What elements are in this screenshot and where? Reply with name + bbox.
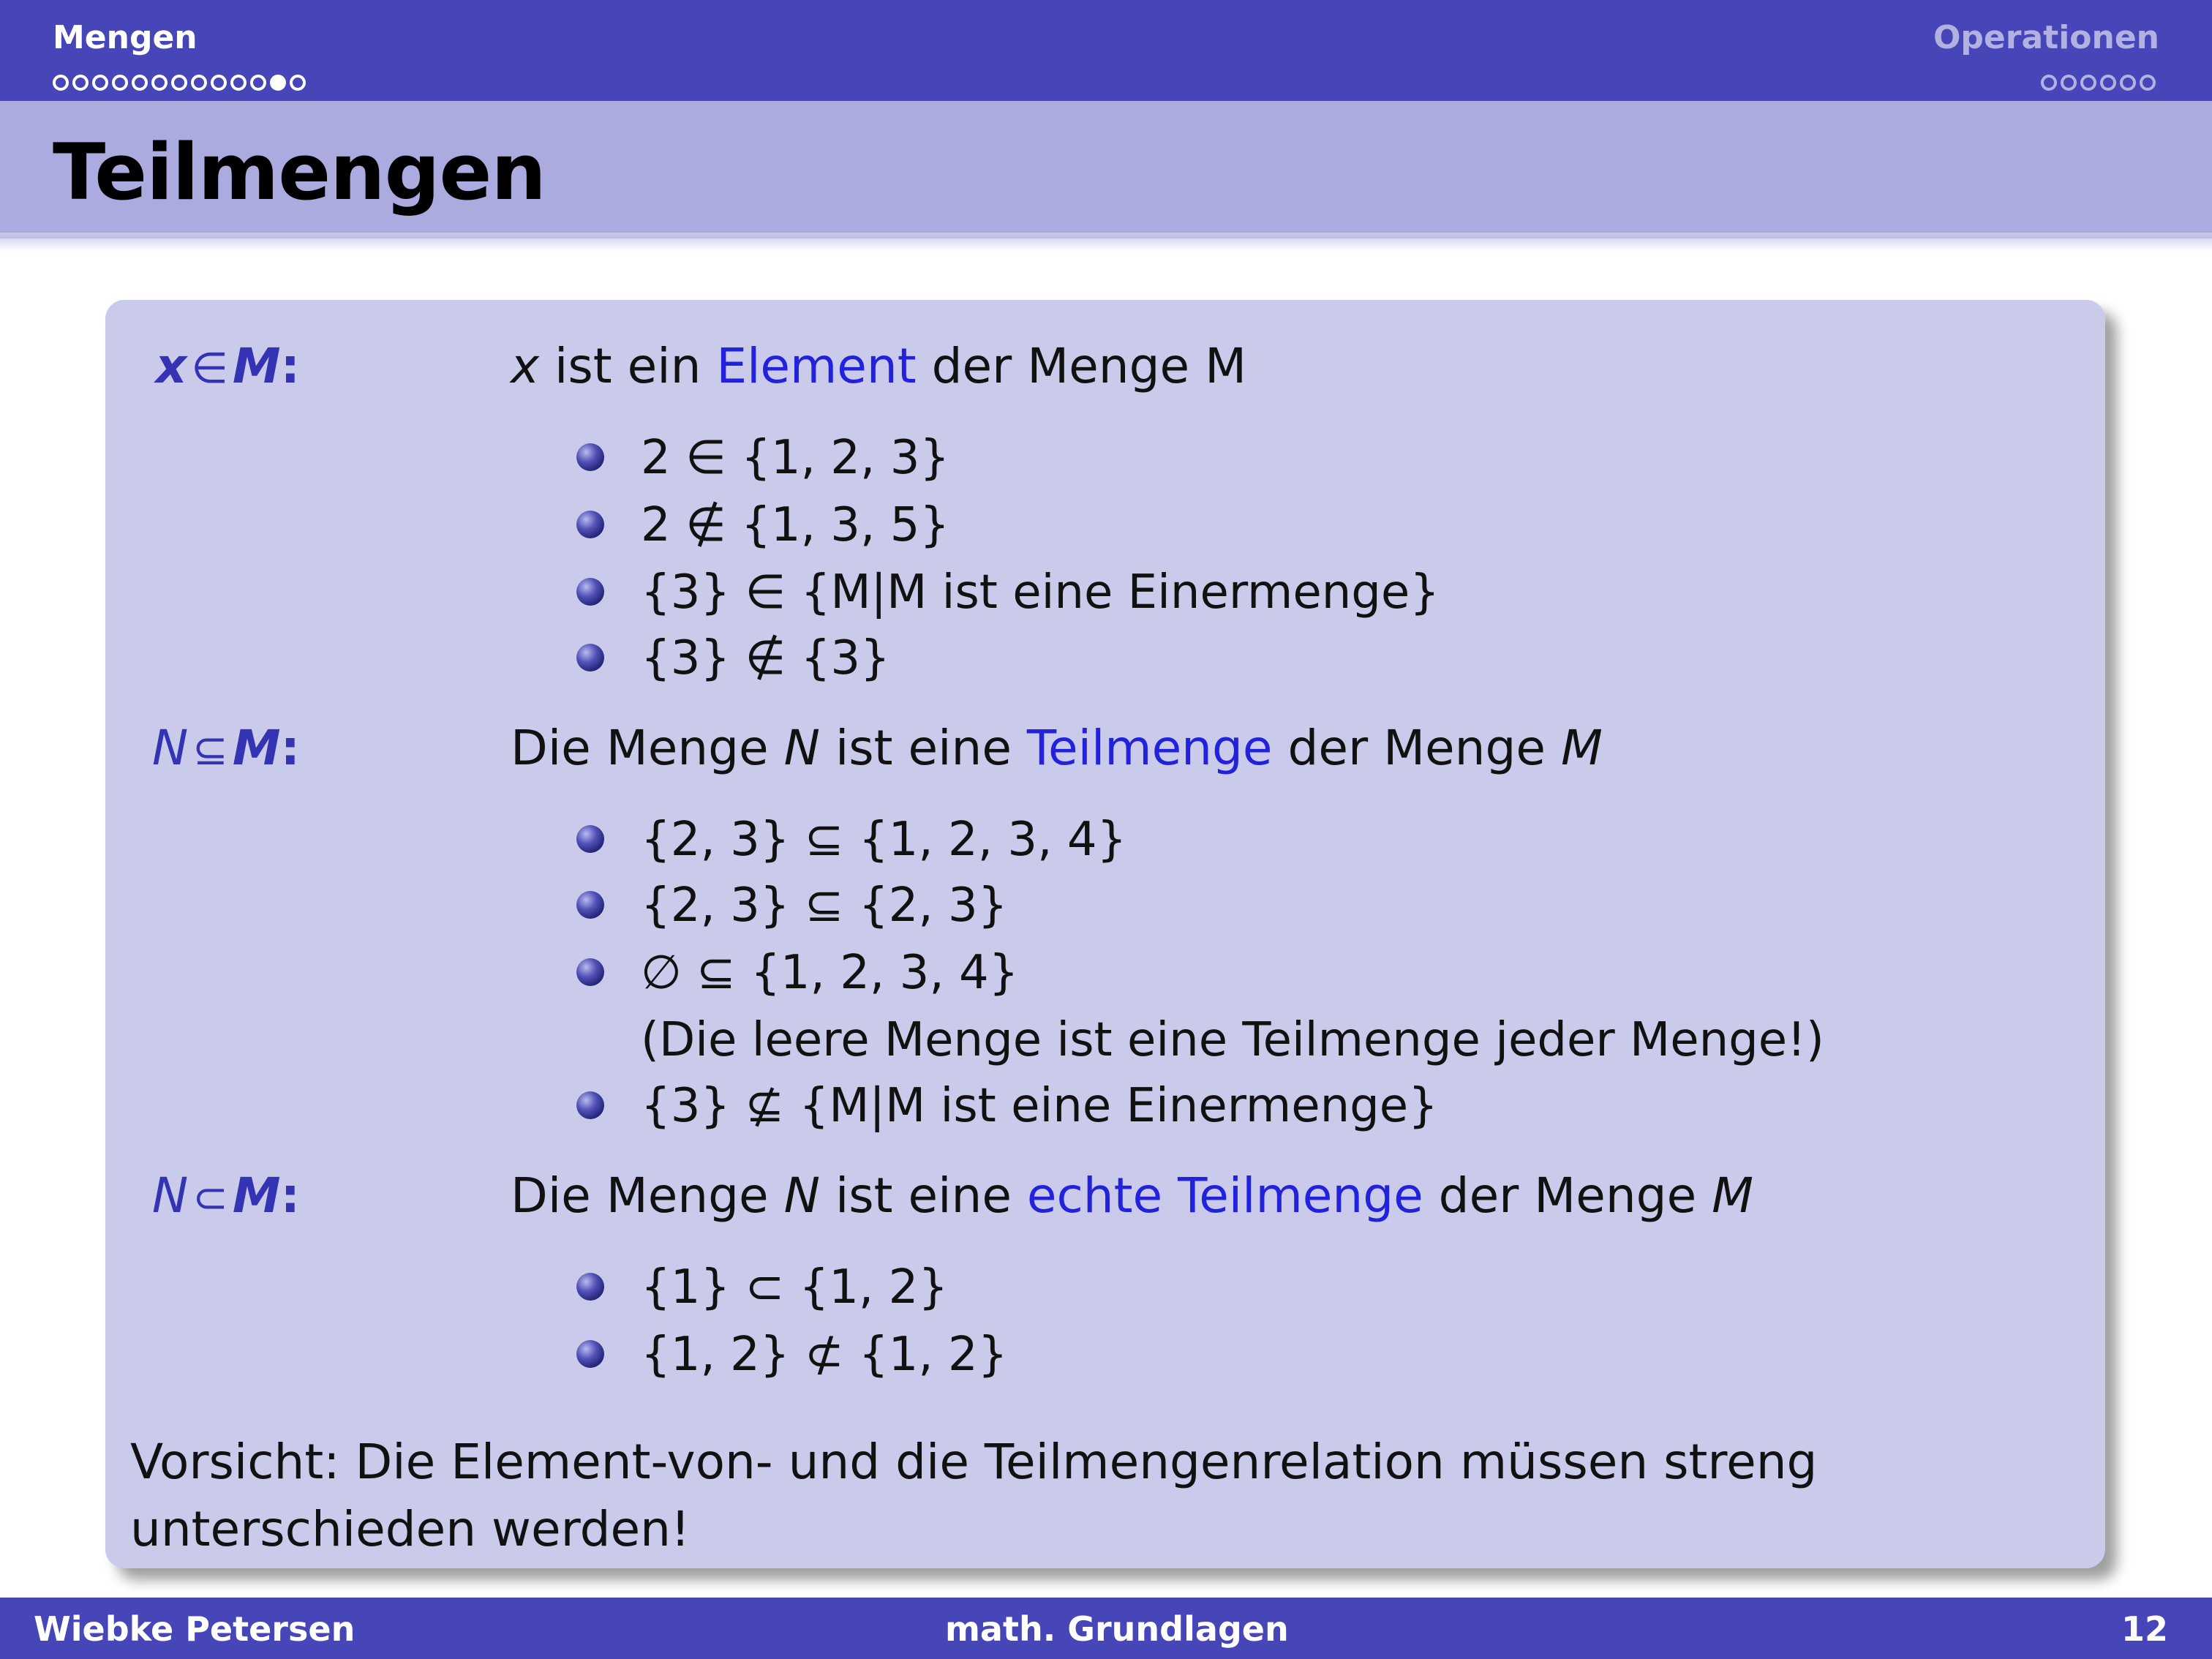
nav-dots-operationen[interactable] [2041,75,2159,91]
list-item: ∅ ⊆ {1, 2, 3, 4} [641,946,1019,1000]
bullet-icon [576,578,604,606]
warning-line-1: Vorsicht: Die Element-von- und die Teilm… [130,1434,1818,1490]
nav-dot[interactable] [72,75,89,91]
nav-dot[interactable] [132,75,148,91]
definition-desc-subset: Die Menge N ist eine Teilmenge der Menge… [511,720,1603,776]
nav-dot[interactable] [53,75,69,91]
list-item: 2 ∈ {1, 2, 3} [641,431,950,485]
content-block: x ∈M: x ist ein Element der Menge M 2 ∈ {… [105,300,2105,1568]
term-set: M [232,338,281,394]
list-item-note: (Die leere Menge ist eine Teilmenge jede… [641,1013,1824,1067]
term-set: M [232,1167,281,1224]
nav-dot[interactable] [2061,75,2077,91]
highlight-term: Element [716,338,917,394]
term-var: x [155,338,187,394]
footer-bar: Wiebke Petersen math. Grundlagen 12 [0,1598,2212,1659]
highlight-term: Teilmenge [1026,720,1273,776]
list-item: 2 ∉ {1, 3, 5} [641,498,950,552]
nav-dot[interactable] [2100,75,2116,91]
nav-dot[interactable] [290,75,306,91]
nav-dot[interactable] [2120,75,2136,91]
term-colon: : [280,1167,300,1224]
nav-dot[interactable] [171,75,187,91]
nav-dots-mengen[interactable] [53,75,309,91]
nav-dot[interactable] [2080,75,2096,91]
term-set: M [232,720,281,776]
definition-desc-proper-subset: Die Menge N ist eine echte Teilmenge der… [511,1167,1754,1224]
nav-dot[interactable] [151,75,168,91]
nav-dot[interactable] [112,75,128,91]
list-item: {3} ∉ {3} [641,631,890,685]
page-title: Teilmengen [53,127,546,217]
nav-dot[interactable] [230,75,247,91]
bullet-icon [576,1340,604,1368]
bullet-icon [576,1273,604,1301]
bullet-icon [576,1091,604,1119]
nav-dot[interactable] [2140,75,2156,91]
bullet-icon [576,644,604,672]
term-relation: ⊂ [192,1173,228,1222]
definition-term-subset: N ⊆M: [152,724,300,772]
headline-bar: Mengen Operationen [0,0,2212,101]
term-colon: : [280,338,300,394]
list-item: {2, 3} ⊆ {1, 2, 3, 4} [641,813,1127,867]
bullet-icon [576,443,604,471]
term-var: N [151,1167,189,1224]
definition-term-proper-subset: N ⊂M: [152,1172,300,1220]
bullet-icon [576,825,604,853]
list-item: {1, 2} ⊄ {1, 2} [641,1328,1008,1382]
definition-term-element: x ∈M: [156,342,300,391]
section-link-operationen[interactable]: Operationen [1933,19,2159,56]
footer-title: math. Grundlagen [945,1609,1289,1649]
bullet-icon [576,891,604,919]
term-var: N [151,720,189,776]
footer-author: Wiebke Petersen [34,1609,356,1649]
title-shadow [0,233,2212,252]
definition-desc-element: x ist ein Element der Menge M [511,338,1247,394]
nav-dot[interactable] [2041,75,2057,91]
nav-dot[interactable] [92,75,108,91]
warning-line-2: unterschieden werden! [130,1501,691,1557]
nav-dot[interactable] [250,75,266,91]
nav-dot[interactable] [191,75,207,91]
term-relation: ∈ [191,343,228,393]
term-colon: : [280,720,300,776]
list-item: {3} ∈ {M|M ist eine Einermenge} [641,565,1440,620]
bullet-icon [576,511,604,538]
term-relation: ⊆ [192,725,228,775]
highlight-term: echte Teilmenge [1026,1167,1423,1224]
list-item: {3} ⊈ {M|M ist eine Einermenge} [641,1079,1438,1133]
frame-title-bar: Teilmengen [0,101,2212,238]
page-number: 12 [2121,1609,2168,1649]
section-link-mengen[interactable]: Mengen [53,19,198,56]
nav-dot[interactable] [211,75,227,91]
bullet-icon [576,958,604,986]
list-item: {2, 3} ⊆ {2, 3} [641,879,1008,933]
list-item: {1} ⊂ {1, 2} [641,1260,949,1314]
nav-dot-current[interactable] [270,75,286,91]
